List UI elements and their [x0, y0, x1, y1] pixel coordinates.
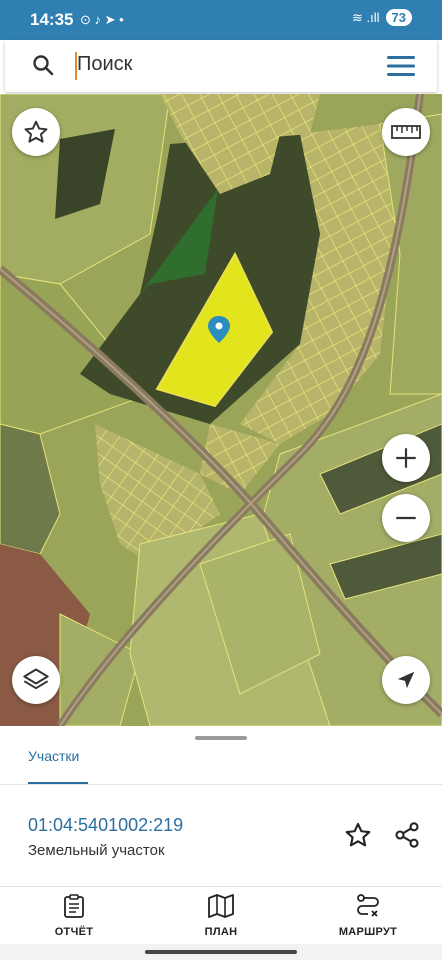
status-right: ≋ .ıll 73	[352, 9, 412, 26]
locate-icon	[397, 671, 415, 689]
battery-badge: 73	[385, 9, 412, 26]
clipboard-icon	[64, 894, 84, 918]
zoom-in-icon	[396, 448, 416, 468]
menu-icon[interactable]	[387, 54, 415, 78]
search-bar[interactable]: Поиск	[5, 40, 437, 92]
star-icon	[24, 120, 48, 143]
signal-icon: ≋ .ıll	[352, 9, 380, 25]
share-icon[interactable]	[393, 821, 421, 849]
gesture-handle[interactable]	[145, 950, 297, 954]
sheet-drag-handle[interactable]	[195, 736, 247, 740]
nav-report[interactable]: ОТЧЁТ	[14, 893, 134, 938]
ruler-button[interactable]	[382, 108, 430, 156]
layers-icon	[23, 668, 49, 690]
favorite-map-button[interactable]	[12, 108, 60, 156]
cadastral-number[interactable]: 01:04:5401002:219	[28, 815, 183, 836]
notification-icons: ⊙ ♪ ➤ •	[80, 12, 124, 27]
parcel-item[interactable]: 01:04:5401002:219 Земельный участок	[0, 785, 442, 885]
satellite-map[interactable]	[0, 94, 442, 726]
route-icon	[357, 894, 379, 917]
nav-plan[interactable]: ПЛАН	[161, 893, 281, 938]
tab-underline	[28, 782, 88, 784]
parcel-type: Земельный участок	[28, 842, 165, 859]
sheet-tabs: Участки	[0, 742, 442, 785]
star-icon[interactable]	[344, 821, 372, 849]
layers-button[interactable]	[12, 656, 60, 704]
map-view[interactable]	[0, 94, 442, 726]
nav-route-label: МАРШРУТ	[338, 926, 398, 938]
nav-report-label: ОТЧЁТ	[54, 926, 94, 938]
ruler-icon	[391, 125, 421, 139]
tab-parcels[interactable]: Участки	[28, 748, 79, 764]
my-location-button[interactable]	[382, 656, 430, 704]
bottom-navigation: ОТЧЁТ ПЛАН МАРШРУТ	[0, 886, 442, 947]
status-bar: 14:35 ⊙ ♪ ➤ • ≋ .ıll 73	[0, 0, 442, 40]
map-icon	[208, 894, 234, 918]
zoom-out-button[interactable]	[382, 494, 430, 542]
nav-route[interactable]: МАРШРУТ	[308, 893, 428, 938]
search-input[interactable]: Поиск	[77, 53, 132, 76]
zoom-out-icon	[396, 516, 416, 520]
status-time: 14:35	[30, 10, 74, 29]
nav-plan-label: ПЛАН	[204, 926, 238, 938]
search-icon[interactable]	[31, 53, 55, 77]
zoom-in-button[interactable]	[382, 434, 430, 482]
